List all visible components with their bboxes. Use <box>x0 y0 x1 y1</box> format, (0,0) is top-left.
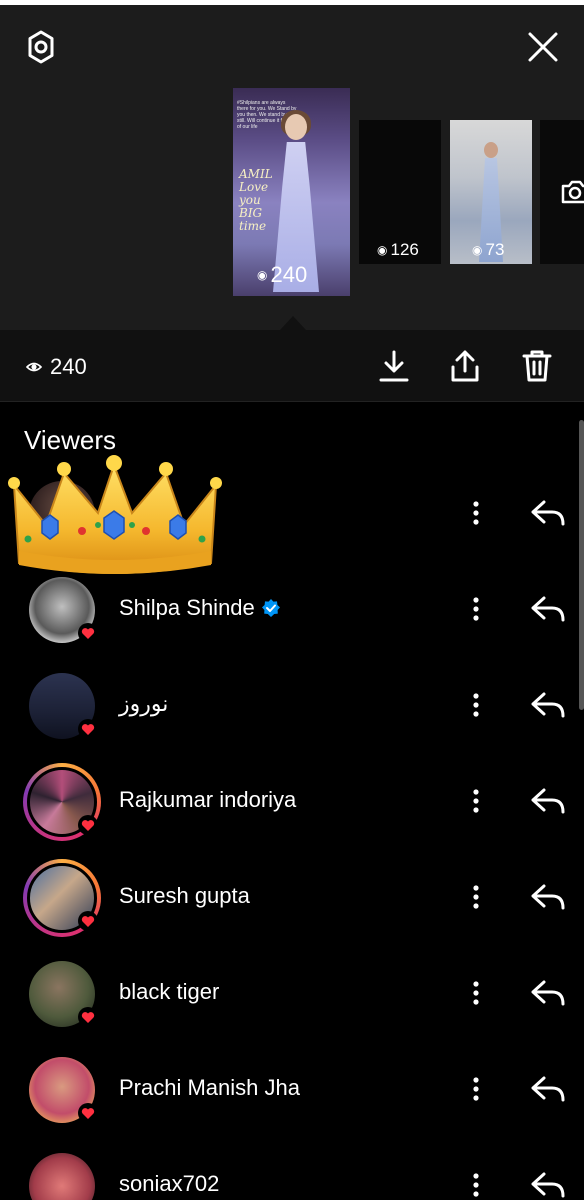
trash-icon <box>522 350 552 382</box>
story-view-count: ◉ 73 <box>472 240 505 259</box>
reply-button[interactable] <box>528 495 568 531</box>
eye-icon: ◉ <box>472 243 483 257</box>
viewer-name[interactable]: Suresh gupta <box>119 883 250 909</box>
selected-story-pointer <box>280 316 306 330</box>
more-options-button[interactable] <box>464 1071 488 1107</box>
like-badge <box>78 1007 98 1027</box>
viewer-row[interactable]: black tiger <box>0 945 584 1041</box>
viewer-row[interactable]: نوروز <box>0 657 584 753</box>
viewer-row[interactable]: Prachi Manish Jha <box>0 1041 584 1137</box>
crown-emoji <box>8 455 222 574</box>
verified-badge-icon <box>261 599 280 617</box>
more-vertical-icon <box>473 693 479 717</box>
more-vertical-icon <box>473 981 479 1005</box>
reply-button[interactable] <box>528 879 568 915</box>
like-badge <box>78 1103 98 1123</box>
close-button[interactable] <box>522 26 564 68</box>
reply-icon <box>531 1172 565 1198</box>
story-view-count: ◉ 126 <box>377 240 419 259</box>
viewer-name[interactable]: نوروز <box>119 691 168 717</box>
viewers-heading: Viewers <box>24 425 117 455</box>
reply-button[interactable] <box>528 1071 568 1107</box>
more-options-button[interactable] <box>464 687 488 723</box>
thumbnail-script-text: AMIL Love you BIG time <box>239 167 273 233</box>
reply-icon <box>531 596 565 622</box>
viewer-name: Shilpa Shinde <box>119 595 255 620</box>
total-views: 240 <box>26 354 87 380</box>
reply-icon <box>531 500 565 526</box>
reply-button[interactable] <box>528 1167 568 1200</box>
heart-icon <box>81 723 95 735</box>
share-icon <box>451 350 479 382</box>
more-vertical-icon <box>473 501 479 525</box>
more-options-button[interactable] <box>464 975 488 1011</box>
more-options-button[interactable] <box>464 495 488 531</box>
like-badge <box>78 911 98 931</box>
reply-button[interactable] <box>528 783 568 819</box>
heart-icon <box>81 819 95 831</box>
thumbnail-figure <box>273 108 319 292</box>
more-vertical-icon <box>473 885 479 909</box>
like-badge <box>78 623 98 643</box>
like-badge <box>78 719 98 739</box>
story-action-bar: 240 <box>0 330 584 402</box>
heart-icon <box>81 627 95 639</box>
delete-button[interactable] <box>519 348 555 384</box>
viewer-row[interactable]: Suresh gupta <box>0 849 584 945</box>
more-vertical-icon <box>473 1077 479 1101</box>
close-icon <box>528 32 558 62</box>
add-story-thumbnail[interactable] <box>540 120 584 264</box>
reply-icon <box>531 788 565 814</box>
viewer-name[interactable]: black tiger <box>119 979 219 1005</box>
settings-button[interactable] <box>20 26 62 68</box>
more-vertical-icon <box>473 597 479 621</box>
viewer-name[interactable]: Prachi Manish Jha <box>119 1075 300 1101</box>
viewer-name[interactable]: Rajkumar indoriya <box>119 787 296 813</box>
viewer-row[interactable]: Rajkumar indoriya <box>0 753 584 849</box>
share-button[interactable] <box>447 348 483 384</box>
story-thumbnail-3[interactable]: ◉ 73 <box>450 120 532 264</box>
more-options-button[interactable] <box>464 783 488 819</box>
eye-icon: ◉ <box>377 243 388 257</box>
story-view-count: ◉ 240 <box>257 262 308 287</box>
story-thumbnail-2[interactable]: ◉ 126 <box>359 120 441 264</box>
reply-icon <box>531 692 565 718</box>
reply-button[interactable] <box>528 591 568 627</box>
eye-icon <box>26 362 42 372</box>
more-options-button[interactable] <box>464 1167 488 1200</box>
more-vertical-icon <box>473 789 479 813</box>
download-button[interactable] <box>376 348 412 384</box>
reply-button[interactable] <box>528 975 568 1011</box>
heart-icon <box>81 1011 95 1023</box>
more-options-button[interactable] <box>464 879 488 915</box>
story-preview-panel: #Shilpians are always there for you. We … <box>0 0 584 330</box>
heart-icon <box>81 1107 95 1119</box>
like-badge <box>78 815 98 835</box>
viewer-name-container[interactable]: Shilpa Shinde <box>119 595 281 621</box>
more-options-button[interactable] <box>464 591 488 627</box>
more-vertical-icon <box>473 1173 479 1197</box>
heart-icon <box>81 915 95 927</box>
reply-icon <box>531 980 565 1006</box>
story-thumbnail-current[interactable]: #Shilpians are always there for you. We … <box>233 88 350 296</box>
reply-icon <box>531 884 565 910</box>
gear-icon <box>28 30 54 64</box>
eye-icon: ◉ <box>257 268 268 282</box>
download-icon <box>379 350 409 382</box>
reply-button[interactable] <box>528 687 568 723</box>
avatar[interactable] <box>29 1153 95 1200</box>
status-strip <box>0 0 584 5</box>
camera-icon <box>561 180 584 204</box>
viewer-row[interactable]: soniax702 <box>0 1137 584 1200</box>
viewer-name[interactable]: soniax702 <box>119 1171 219 1197</box>
reply-icon <box>531 1076 565 1102</box>
